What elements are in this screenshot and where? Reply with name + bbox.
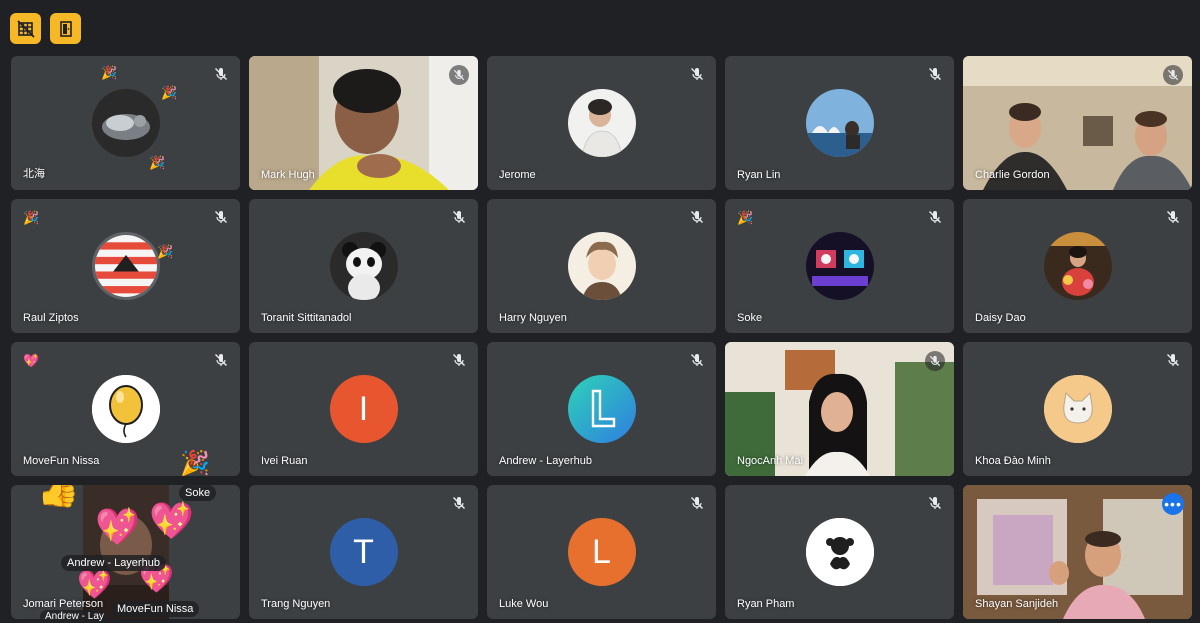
avatar-initial: L xyxy=(592,532,611,571)
exit-door-icon xyxy=(59,20,72,37)
more-options-button[interactable]: ••• xyxy=(1162,493,1184,515)
mic-off-icon xyxy=(1163,65,1183,85)
mic-off-icon xyxy=(925,351,945,371)
mic-off-icon xyxy=(928,210,942,224)
photo-avatar xyxy=(1043,232,1112,300)
mic-off-icon xyxy=(690,496,704,510)
participant-name: Charlie Gordon xyxy=(975,169,1050,181)
reaction-sender-label: Andrew - Lay xyxy=(40,610,109,623)
mic-off-icon xyxy=(214,67,228,81)
participant-grid: 🎉 🎉 🎉 北海 Mark Hugh Jerome Ryan Lin Charl… xyxy=(11,56,1192,619)
participant-tile[interactable]: 🎉 Soke xyxy=(725,199,954,333)
confetti-reaction: 🎉 xyxy=(157,244,174,259)
mic-off-icon xyxy=(449,65,469,85)
hand-raise-icon: 🎉 xyxy=(23,210,40,225)
participant-name: Toranit Sittitanadol xyxy=(261,312,352,324)
balloon-avatar xyxy=(91,375,160,443)
participant-tile[interactable]: I Ivei Ruan xyxy=(249,342,478,476)
participant-tile[interactable]: 🎉 🎉 Raul Ziptos xyxy=(11,199,240,333)
mic-off-icon xyxy=(452,210,466,224)
participant-name: NgocAnh Mai xyxy=(737,455,804,467)
sparkling-heart-reaction: 💖 xyxy=(95,506,140,547)
participant-tile[interactable]: 🎉 🎉 🎉 北海 xyxy=(11,56,240,190)
participant-tile[interactable]: Andrew - Layerhub xyxy=(487,342,716,476)
more-options-icon: ••• xyxy=(1164,496,1182,512)
participant-tile[interactable]: Daisy Dao xyxy=(963,199,1192,333)
mic-off-icon xyxy=(690,210,704,224)
mic-off-icon xyxy=(452,353,466,367)
neon-avatar xyxy=(805,232,874,300)
meeting-toolbar xyxy=(0,0,1200,52)
participant-name: Raul Ziptos xyxy=(23,312,79,324)
participant-name: Shayan Sanjideh xyxy=(975,598,1059,610)
participant-tile[interactable]: Mark Hugh xyxy=(249,56,478,190)
participant-tile[interactable]: Jerome xyxy=(487,56,716,190)
reaction-sender-label: Soke xyxy=(179,485,217,501)
participant-tile[interactable]: L Luke Wou xyxy=(487,485,716,619)
participant-name: Daisy Dao xyxy=(975,312,1026,324)
mic-off-icon xyxy=(690,353,704,367)
mic-off-icon xyxy=(214,210,228,224)
cartoon-avatar xyxy=(567,232,636,300)
sparkling-heart-reaction: 💖 xyxy=(77,569,112,600)
participant-name: Luke Wou xyxy=(499,598,549,610)
reaction-sender-label: Andrew - Layerhub xyxy=(61,555,166,571)
participant-tile[interactable]: Khoa Đào Minh xyxy=(963,342,1192,476)
participant-name: Jomari Peterson xyxy=(23,598,104,610)
hide-tiles-button[interactable] xyxy=(10,13,41,44)
participant-tile[interactable]: NgocAnh Mai xyxy=(725,342,954,476)
reaction-sender-label: MoveFun Nissa xyxy=(111,601,200,617)
avatar-initial: T xyxy=(353,532,374,571)
confetti-reaction: 🎉 xyxy=(101,65,118,80)
thumbs-up-reaction: 👍 xyxy=(37,485,80,509)
participant-name: Andrew - Layerhub xyxy=(499,455,592,467)
mic-off-icon xyxy=(1166,353,1180,367)
participant-tile[interactable]: Ryan Pham xyxy=(725,485,954,619)
participant-name: Harry Nguyen xyxy=(499,312,567,324)
participant-name: Ivei Ruan xyxy=(261,455,308,467)
sparkling-heart-reaction: 💖 xyxy=(149,500,194,541)
participant-name: MoveFun Nissa xyxy=(23,455,100,467)
participant-tile-self[interactable]: ••• Shayan Sanjideh xyxy=(963,485,1192,619)
letter-avatar: I xyxy=(329,375,398,443)
participant-tile[interactable]: T Trang Nguyen xyxy=(249,485,478,619)
cat-avatar xyxy=(1043,375,1112,443)
heart-reaction: 💖 xyxy=(23,353,40,368)
monkey-avatar xyxy=(805,518,874,586)
photo-avatar xyxy=(567,89,636,157)
mic-off-icon xyxy=(928,496,942,510)
participant-tile[interactable]: Ryan Lin xyxy=(725,56,954,190)
participant-name: Ryan Lin xyxy=(737,169,781,181)
avatar-initial: I xyxy=(358,389,369,428)
participant-name: Mark Hugh xyxy=(261,169,315,181)
seal-avatar xyxy=(91,89,160,157)
participant-name: Soke xyxy=(737,312,763,324)
logo-L-avatar xyxy=(567,375,636,443)
mic-off-icon xyxy=(452,496,466,510)
grid-off-icon xyxy=(16,19,35,38)
participant-tile[interactable]: Harry Nguyen xyxy=(487,199,716,333)
mic-off-icon xyxy=(690,67,704,81)
participant-name: Ryan Pham xyxy=(737,598,795,610)
confetti-reaction: 🎉 xyxy=(149,155,166,170)
letter-avatar: L xyxy=(567,518,636,586)
mic-off-icon xyxy=(214,353,228,367)
participant-name: 北海 xyxy=(23,168,45,180)
participant-name: Jerome xyxy=(499,169,536,181)
exit-button[interactable] xyxy=(50,13,81,44)
confetti-reaction: 🎉 xyxy=(161,85,178,100)
participant-tile[interactable]: Toranit Sittitanadol xyxy=(249,199,478,333)
photo-avatar xyxy=(805,89,874,157)
participant-name: Khoa Đào Minh xyxy=(975,455,1051,467)
participant-name: Trang Nguyen xyxy=(261,598,331,610)
participant-tile[interactable]: Charlie Gordon xyxy=(963,56,1192,190)
logo-avatar xyxy=(91,232,160,300)
mic-off-icon xyxy=(928,67,942,81)
participant-tile[interactable]: 👍 💖 💖 💖 💖 Soke Andrew - Layerhub Jomari … xyxy=(11,485,240,619)
party-horn-reaction: 🎉 xyxy=(180,450,210,477)
letter-avatar: T xyxy=(329,518,398,586)
panda-avatar xyxy=(329,232,398,300)
confetti-reaction: 🎉 xyxy=(737,210,754,225)
mic-off-icon xyxy=(1166,210,1180,224)
